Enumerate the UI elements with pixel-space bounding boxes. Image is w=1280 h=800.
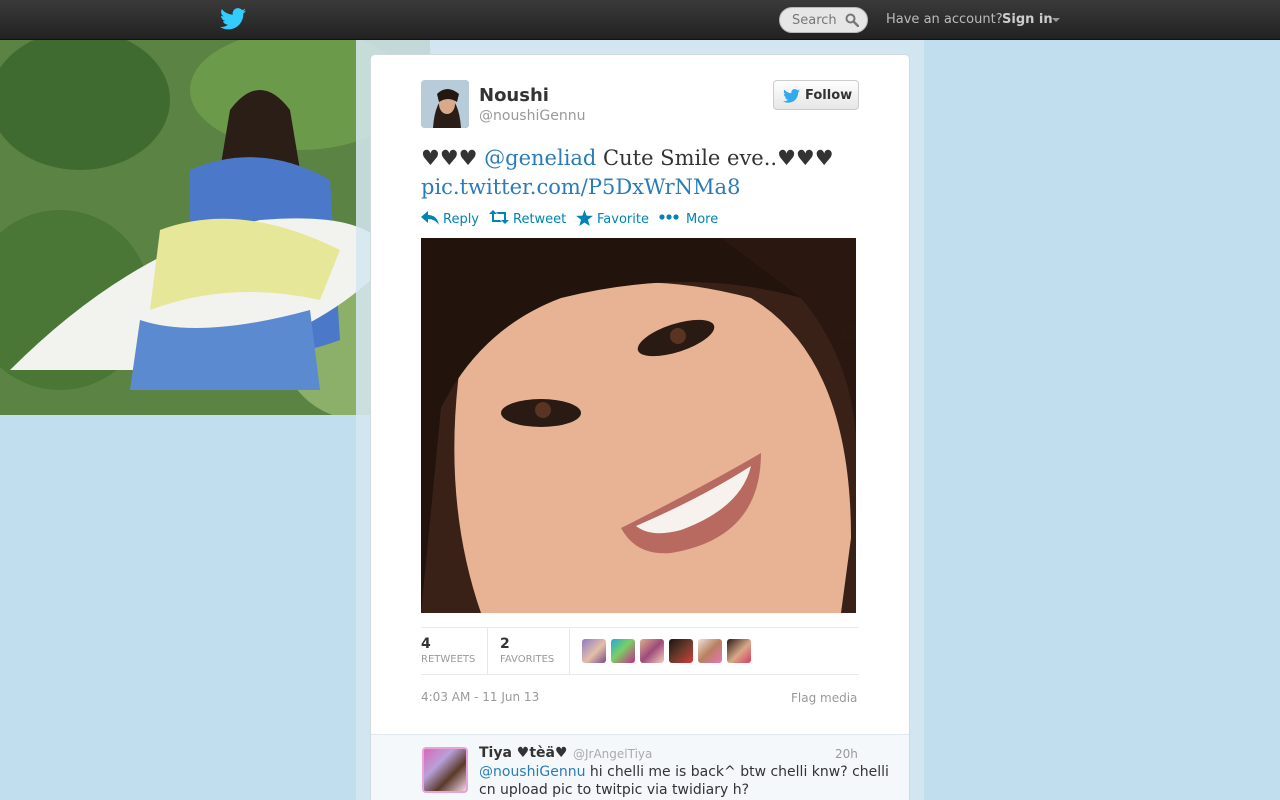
tweet-actions: Reply Retweet Favorite More (421, 210, 861, 228)
retweets-stat[interactable]: 4 RETWEETS (421, 628, 487, 674)
more-label: More (686, 212, 719, 227)
author-handle[interactable]: @noushiGennu (479, 108, 585, 124)
top-bar: Search Have an account? Sign in (0, 0, 1280, 40)
search-icon[interactable] (845, 13, 859, 27)
tweet-photo[interactable] (421, 238, 856, 613)
reply-label: Reply (443, 212, 480, 227)
reply-mention-link[interactable]: @noushiGennu (479, 764, 585, 780)
favoriter-avatar[interactable] (727, 639, 751, 663)
favoriter-avatar[interactable] (640, 639, 664, 663)
reply-timestamp[interactable]: 20h (835, 747, 858, 761)
more-dots-icon (659, 214, 679, 220)
follow-label: Follow (805, 88, 853, 103)
reply-author-handle[interactable]: @JrAngelTiya (573, 747, 652, 761)
tweet-mention-link[interactable]: @geneliad (484, 146, 596, 170)
search-input[interactable]: Search (779, 7, 868, 33)
favorite-label: Favorite (597, 212, 649, 227)
favorites-stat[interactable]: 2 FAVORITES (500, 628, 568, 674)
author-avatar[interactable] (421, 80, 469, 128)
chevron-down-icon[interactable] (1052, 18, 1060, 22)
reply-icon (421, 211, 439, 225)
tweet-text-body: Cute Smile eve..♥♥♥ (596, 146, 834, 170)
follow-button[interactable]: Follow (773, 80, 859, 110)
retweet-label: Retweet (513, 212, 567, 227)
have-account-text: Have an account? (886, 12, 1003, 27)
twitter-bird-icon (783, 89, 800, 103)
reply-author-avatar[interactable] (422, 747, 468, 793)
sign-in-link[interactable]: Sign in (1002, 12, 1053, 27)
twitter-bird-logo-icon[interactable] (220, 8, 246, 30)
tweet-timestamp[interactable]: 4:03 AM - 11 Jun 13 (421, 690, 539, 704)
reply-author-name[interactable]: Tiya ♥tèä♥ (479, 745, 568, 761)
favoriter-avatar[interactable] (582, 639, 606, 663)
retweet-icon (489, 210, 509, 224)
search-placeholder: Search (792, 13, 837, 28)
tweet-stats: 4 RETWEETS 2 FAVORITES (421, 627, 859, 675)
favoriter-avatar[interactable] (611, 639, 635, 663)
retweets-count: 4 (421, 636, 431, 652)
stat-divider (569, 628, 570, 674)
retweets-label: RETWEETS (421, 654, 476, 665)
tweet-card: Noushi @noushiGennu Follow ♥♥♥ @geneliad… (370, 54, 910, 800)
tweet-pic-link[interactable]: pic.twitter.com/P5DxWrNMa8 (421, 175, 740, 199)
favoriter-avatar[interactable] (698, 639, 722, 663)
favoriter-avatar[interactable] (669, 639, 693, 663)
favorites-count: 2 (500, 636, 510, 652)
reply-tweet[interactable]: Tiya ♥tèä♥ @JrAngelTiya 20h @noushiGennu… (371, 734, 909, 800)
star-icon (576, 210, 593, 226)
author-name[interactable]: Noushi (479, 85, 549, 106)
tweet-text-prefix: ♥♥♥ (421, 146, 485, 170)
favorites-label: FAVORITES (500, 654, 555, 665)
tweet-text: ♥♥♥ @geneliad Cute Smile eve..♥♥♥ pic.tw… (421, 144, 861, 202)
stat-divider (487, 628, 488, 674)
reply-text: @noushiGennu hi chelli me is back^ btw c… (479, 763, 889, 799)
flag-media-link[interactable]: Flag media (791, 691, 857, 705)
